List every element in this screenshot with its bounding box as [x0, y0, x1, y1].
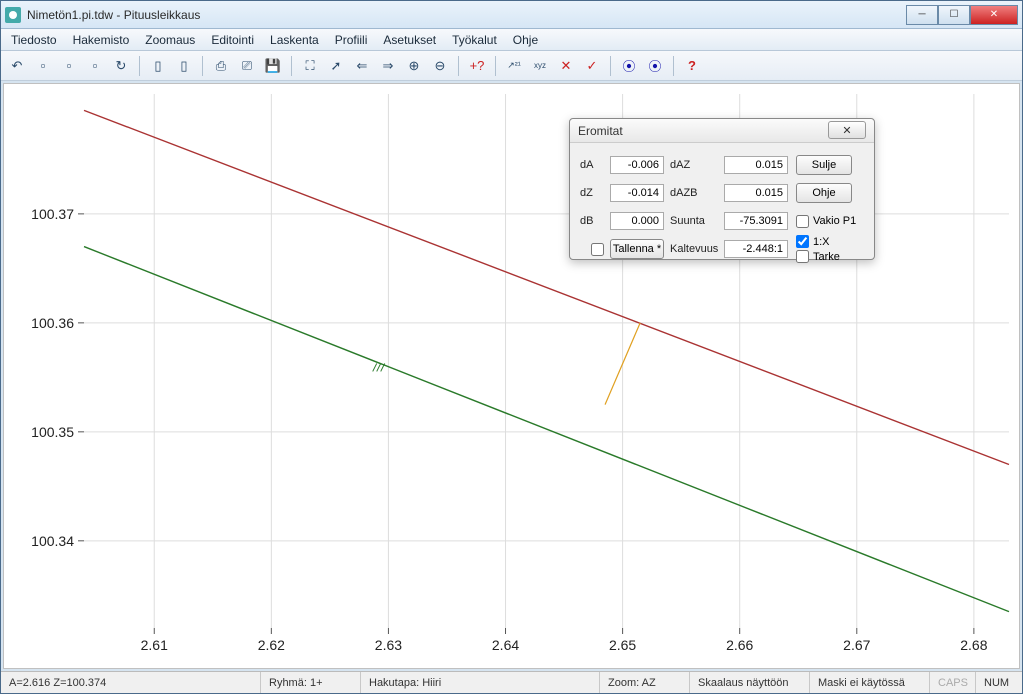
toolbar-sep [139, 56, 140, 76]
svg-text:2.65: 2.65 [609, 637, 636, 653]
field-suunta[interactable]: -75.3091 [724, 212, 788, 230]
field-kaltevuus[interactable]: -2.448:1 [724, 240, 788, 258]
menu-laskenta[interactable]: Laskenta [262, 31, 327, 49]
left-arrow-icon[interactable]: ⇐ [350, 54, 374, 78]
open2-icon[interactable]: ▫ [83, 54, 107, 78]
toolbar-sep [610, 56, 611, 76]
check-xy-icon[interactable]: ✓ [580, 54, 604, 78]
svg-text:2.62: 2.62 [258, 637, 285, 653]
menu-tiedosto[interactable]: Tiedosto [3, 31, 65, 49]
label-dA: dA [580, 159, 604, 171]
status-zoom: Zoom: AZ [600, 672, 690, 693]
menu-editointi[interactable]: Editointi [203, 31, 262, 49]
ruler-icon[interactable]: xyz [528, 54, 552, 78]
status-coords: A=2.616 Z=100.374 [1, 672, 261, 693]
copy-icon[interactable]: ▯ [172, 54, 196, 78]
svg-text:100.35: 100.35 [31, 424, 74, 440]
check-tarke[interactable]: Tarke [796, 250, 858, 263]
play-fwd-icon[interactable]: ⦿ [643, 54, 667, 78]
svg-text:2.61: 2.61 [141, 637, 168, 653]
svg-text:100.34: 100.34 [31, 533, 74, 549]
play-back-icon[interactable]: ⦿ [617, 54, 641, 78]
eromitat-panel[interactable]: Eromitat ✕ dA -0.006 dAZ 0.015 Sulje dZ … [569, 118, 875, 260]
blank-icon[interactable]: ▯ [146, 54, 170, 78]
print-queue-icon[interactable]: ⎚ [235, 54, 259, 78]
menu-hakemisto[interactable]: Hakemisto [65, 31, 138, 49]
check-1x[interactable]: 1:X [796, 235, 858, 248]
minimize-button[interactable]: ─ [906, 5, 938, 25]
status-hakutapa: Hakutapa: Hiiri [361, 672, 600, 693]
toolbar-sep [458, 56, 459, 76]
field-dAZ[interactable]: 0.015 [724, 156, 788, 174]
status-skaalaus: Skaalaus näyttöön [690, 672, 810, 693]
panel-body: dA -0.006 dAZ 0.015 Sulje dZ -0.014 dAZB… [570, 143, 874, 271]
field-dAZB[interactable]: 0.015 [724, 184, 788, 202]
field-dA[interactable]: -0.006 [610, 156, 664, 174]
field-dB[interactable]: 0.000 [610, 212, 664, 230]
status-maski: Maski ei käytössä [810, 672, 930, 693]
open-icon[interactable]: ▫ [57, 54, 81, 78]
window-title: Nimetön1.pi.tdw - Pituusleikkaus [27, 8, 906, 22]
window-button-group: ─ ☐ ✕ [906, 5, 1018, 25]
ohje-button[interactable]: Ohje [796, 183, 852, 203]
panel-title-text: Eromitat [578, 124, 623, 138]
statusbar: A=2.616 Z=100.374 Ryhmä: 1+ Hakutapa: Hi… [1, 671, 1022, 693]
app-icon [5, 7, 21, 23]
print-icon[interactable]: ⎙ [209, 54, 233, 78]
toolbar-sep [202, 56, 203, 76]
status-num: NUM [976, 672, 1022, 693]
measure-xy-icon[interactable]: ↗²¹ [502, 54, 526, 78]
svg-text:2.66: 2.66 [726, 637, 753, 653]
panel-close-button[interactable]: ✕ [828, 121, 866, 139]
toolbar-sep [291, 56, 292, 76]
label-dZ: dZ [580, 187, 604, 199]
undo-icon[interactable]: ↶ [5, 54, 29, 78]
titlebar[interactable]: Nimetön1.pi.tdw - Pituusleikkaus ─ ☐ ✕ [1, 1, 1022, 29]
svg-text:2.67: 2.67 [843, 637, 870, 653]
snap-icon[interactable]: ✕ [554, 54, 578, 78]
help-icon[interactable]: ? [680, 54, 704, 78]
svg-text:100.36: 100.36 [31, 315, 74, 331]
tallenna-button[interactable]: Tallenna * [610, 239, 664, 259]
arrow-cursor-icon[interactable]: ➚ [324, 54, 348, 78]
addpoint-icon[interactable]: +? [465, 54, 489, 78]
menu-ohje[interactable]: Ohje [505, 31, 546, 49]
toolbar: ↶ ▫ ▫ ▫ ↻ ▯ ▯ ⎙ ⎚ 💾 ⛶ ➚ ⇐ ⇒ ⊕ ⊖ +? ↗²¹ x… [1, 51, 1022, 81]
status-ryhma: Ryhmä: 1+ [261, 672, 361, 693]
label-suunta: Suunta [670, 215, 718, 227]
label-dAZB: dAZB [670, 187, 718, 199]
zoom-out-icon[interactable]: ⊖ [428, 54, 452, 78]
menu-tyokalut[interactable]: Työkalut [444, 31, 505, 49]
zoom-in-icon[interactable]: ⊕ [402, 54, 426, 78]
app-window: Nimetön1.pi.tdw - Pituusleikkaus ─ ☐ ✕ T… [0, 0, 1023, 694]
label-dAZ: dAZ [670, 159, 718, 171]
svg-text:2.63: 2.63 [375, 637, 402, 653]
maximize-button[interactable]: ☐ [938, 5, 970, 25]
panel-titlebar[interactable]: Eromitat ✕ [570, 119, 874, 143]
check-vakio[interactable]: Vakio P1 [796, 215, 858, 228]
canvas-area[interactable]: 2.61 2.62 2.63 2.64 2.65 2.66 2.67 2.68 100.34 10… [3, 83, 1020, 669]
toolbar-sep [495, 56, 496, 76]
toolbar-sep [673, 56, 674, 76]
right-arrow-icon[interactable]: ⇒ [376, 54, 400, 78]
sulje-button[interactable]: Sulje [796, 155, 852, 175]
svg-text:2.68: 2.68 [960, 637, 987, 653]
page-icon[interactable]: ↻ [109, 54, 133, 78]
field-dZ[interactable]: -0.014 [610, 184, 664, 202]
menubar: Tiedosto Hakemisto Zoomaus Editointi Las… [1, 29, 1022, 51]
menu-asetukset[interactable]: Asetukset [375, 31, 444, 49]
tallenna-check[interactable] [591, 243, 604, 256]
menu-zoomaus[interactable]: Zoomaus [137, 31, 203, 49]
menu-profiili[interactable]: Profiili [327, 31, 376, 49]
expand-icon[interactable]: ⛶ [298, 54, 322, 78]
label-kaltevuus: Kaltevuus [670, 243, 718, 255]
svg-text:2.64: 2.64 [492, 637, 519, 653]
new-icon[interactable]: ▫ [31, 54, 55, 78]
status-caps: CAPS [930, 672, 976, 693]
save-icon[interactable]: 💾 [261, 54, 285, 78]
close-button[interactable]: ✕ [970, 5, 1018, 25]
label-dB: dB [580, 215, 604, 227]
svg-text:100.37: 100.37 [31, 206, 74, 222]
